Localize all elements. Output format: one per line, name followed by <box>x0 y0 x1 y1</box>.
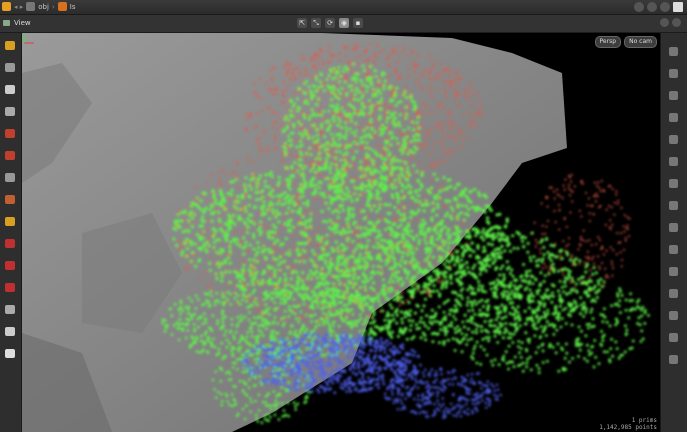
wire-icon[interactable] <box>669 91 678 100</box>
globe-icon[interactable] <box>634 2 644 12</box>
template-icon[interactable] <box>669 223 678 232</box>
geometry-stats: 1 prims 1,142,985 points <box>599 417 657 431</box>
display-icon[interactable] <box>669 47 678 56</box>
group-icon[interactable] <box>5 327 15 336</box>
breadcrumb: ◂ ▸ obj › Is <box>2 2 75 11</box>
lights-icon[interactable] <box>669 113 678 122</box>
magnet-icon[interactable] <box>5 239 15 248</box>
cloud-icon[interactable] <box>647 2 657 12</box>
3d-viewport[interactable]: Persp No cam 1 prims 1,142,985 points <box>22 33 661 432</box>
left-toolbar <box>0 33 22 432</box>
right-toolbar <box>660 33 687 432</box>
background-icon[interactable] <box>669 267 678 276</box>
user-icon[interactable] <box>660 2 670 12</box>
home-icon[interactable] <box>2 2 11 11</box>
camera-menu[interactable]: Persp <box>594 36 621 48</box>
scene-render <box>22 33 661 432</box>
title-bar: ◂ ▸ obj › Is <box>0 0 687 15</box>
viewer-pane-icon <box>3 20 10 26</box>
settings-icon[interactable] <box>660 18 669 27</box>
back-arrow-icon[interactable]: ◂ ▸ <box>14 3 23 11</box>
window-icon[interactable] <box>673 2 683 12</box>
points-count: 1,142,985 points <box>599 424 657 431</box>
grid-icon[interactable] <box>5 305 15 314</box>
handle-icon[interactable] <box>5 151 15 160</box>
geo-icon <box>57 2 67 11</box>
move-tool-icon[interactable]: ⤡ <box>311 18 321 28</box>
cam-menu[interactable]: No cam <box>624 36 657 48</box>
paint-icon[interactable] <box>5 261 15 270</box>
lasso-icon[interactable] <box>5 349 15 358</box>
path-obj[interactable]: obj <box>38 3 49 11</box>
select-tool-icon[interactable]: ⇱ <box>297 18 307 28</box>
grid-display-icon[interactable] <box>669 333 678 342</box>
view-icon[interactable] <box>5 85 15 94</box>
camera-icon[interactable] <box>5 283 15 292</box>
ghost-icon[interactable] <box>669 201 678 210</box>
shade-icon[interactable] <box>669 69 678 78</box>
pose-icon[interactable] <box>5 129 15 138</box>
transform-icon[interactable] <box>5 107 15 116</box>
pointer-icon[interactable] <box>5 63 15 72</box>
help-icon[interactable] <box>672 18 681 27</box>
viewer-right-icons <box>660 18 681 27</box>
normals-icon[interactable] <box>669 157 678 166</box>
topbar-right-icons <box>634 2 683 12</box>
points-icon[interactable] <box>669 179 678 188</box>
snap-toggle-icon[interactable]: ▪ <box>353 18 363 28</box>
snap-icon[interactable] <box>5 173 15 182</box>
viewer-tools: ⇱ ⤡ ⟳ ◉ ▪ <box>297 18 363 28</box>
info-icon[interactable] <box>669 355 678 364</box>
xray-icon[interactable] <box>669 245 678 254</box>
path-node[interactable]: Is <box>70 3 76 11</box>
select-icon[interactable] <box>5 41 15 50</box>
render-icon[interactable] <box>5 217 15 226</box>
prims-count: 1 prims <box>631 417 657 424</box>
light-icon[interactable] <box>5 195 15 204</box>
network-icon <box>26 2 36 11</box>
viewer-toolbar: View ⇱ ⤡ ⟳ ◉ ▪ <box>0 15 687 33</box>
scale-icon[interactable] <box>669 311 678 320</box>
display-toggle-icon[interactable]: ◉ <box>339 18 349 28</box>
viewer-tab-title[interactable]: View <box>14 19 31 27</box>
uv-icon[interactable] <box>669 289 678 298</box>
visibility-icon[interactable] <box>669 135 678 144</box>
axes-icon <box>23 34 34 44</box>
path-separator: › <box>51 2 55 11</box>
rotate-tool-icon[interactable]: ⟳ <box>325 18 335 28</box>
